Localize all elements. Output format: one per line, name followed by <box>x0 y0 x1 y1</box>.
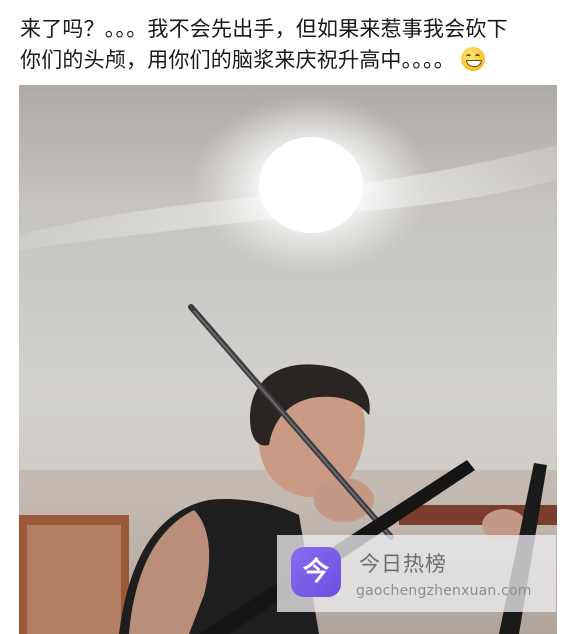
app-logo-glyph: 今 <box>302 557 329 587</box>
caption-line-2-text: 你们的头颅，用你们的脑浆来庆祝升高中。。。。 <box>20 48 455 72</box>
watermark-banner: 今 今日热榜 gaochengzhenxuan.com <box>277 535 556 612</box>
caption-line-1: 来了吗？。。。我不会先出手，但如果来惹事我会砍下 <box>20 17 508 41</box>
post-caption: 来了吗？。。。我不会先出手，但如果来惹事我会砍下 你们的头颅，用你们的脑浆来庆祝… <box>20 14 550 76</box>
grinning-squint-emoji-icon <box>460 47 485 71</box>
caption-line-2: 你们的头颅，用你们的脑浆来庆祝升高中。。。。 <box>20 45 550 76</box>
post-view: 来了吗？。。。我不会先出手，但如果来惹事我会砍下 你们的头颅，用你们的脑浆来庆祝… <box>0 0 576 634</box>
watermark-title: 今日热榜 <box>359 552 447 576</box>
app-logo-icon: 今 <box>291 547 341 597</box>
watermark-url: gaochengzhenxuan.com <box>356 583 532 599</box>
